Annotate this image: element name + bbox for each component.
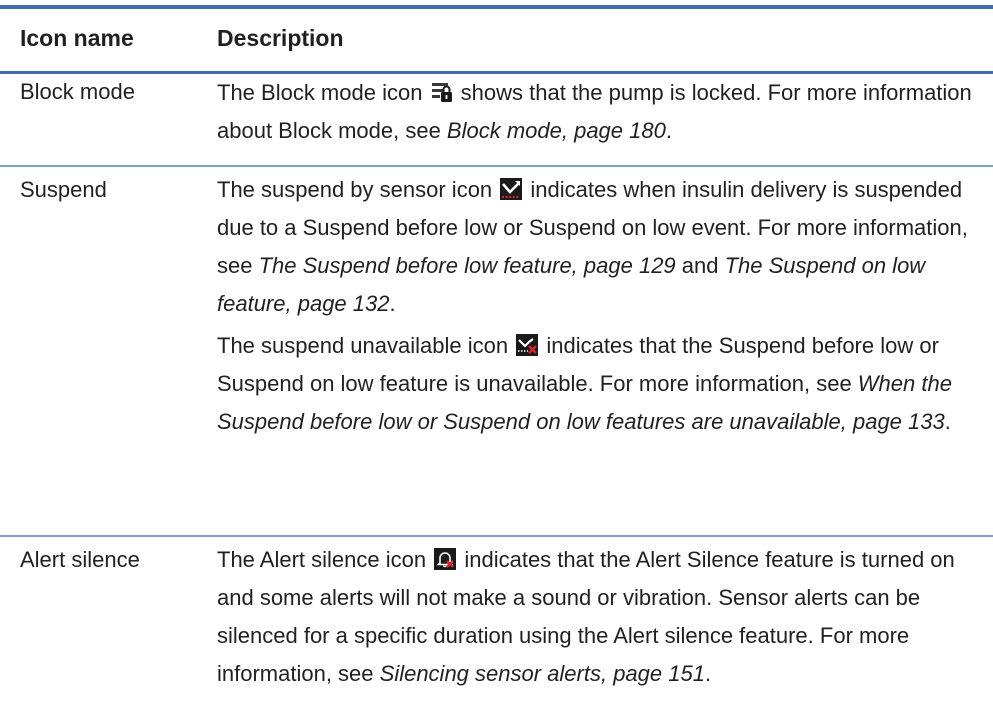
page-reference: Block mode, page 180 [446,118,666,143]
description-text: . [944,409,951,434]
row-description: The suspend by sensor icon indicates whe… [217,171,977,441]
row-divider [0,535,993,537]
description-text: . [704,661,712,686]
block-mode-lock-icon [430,81,453,103]
description-text: The suspend by sensor icon [217,177,499,202]
description-text: The Block mode icon [217,80,429,105]
description-text: and [675,253,725,278]
page-reference: The Suspend before low feature, page 129 [258,253,676,278]
row-divider [0,165,993,167]
description-text: . [665,118,672,143]
suspend-by-sensor-icon [500,178,523,200]
row-description: The Block mode icon shows that the pump … [217,74,977,150]
description-paragraph: The suspend by sensor icon indicates whe… [217,171,977,323]
description-paragraph: The suspend unavailable icon indicates t… [217,327,977,441]
description-paragraph: The Alert silence icon indicates that th… [217,541,977,693]
table-top-rule [0,5,993,9]
description-text: . [389,291,396,316]
description-text: The Alert silence icon [217,547,433,572]
description-text: The suspend unavailable icon [217,333,515,358]
row-description: The Alert silence icon indicates that th… [217,541,977,693]
header-icon-name: Icon name [20,25,134,51]
alert-silence-bell-icon [434,548,457,570]
row-name: Alert silence [20,547,140,572]
header-description: Description [217,25,344,51]
row-name: Block mode [20,79,135,104]
table-row-suspend: Suspend The suspend by sensor icon indic… [0,169,993,529]
table-header: Icon name Description [0,17,993,74]
row-name: Suspend [20,177,107,202]
table-row-block-mode: Block mode The Block mode icon shows tha… [0,74,993,163]
page-reference: Silencing sensor alerts, page 151 [379,661,705,686]
suspend-unavailable-icon [516,334,539,356]
description-paragraph: The Block mode icon shows that the pump … [217,74,977,150]
table-row-alert-silence: Alert silence The Alert silence icon ind… [0,539,993,709]
